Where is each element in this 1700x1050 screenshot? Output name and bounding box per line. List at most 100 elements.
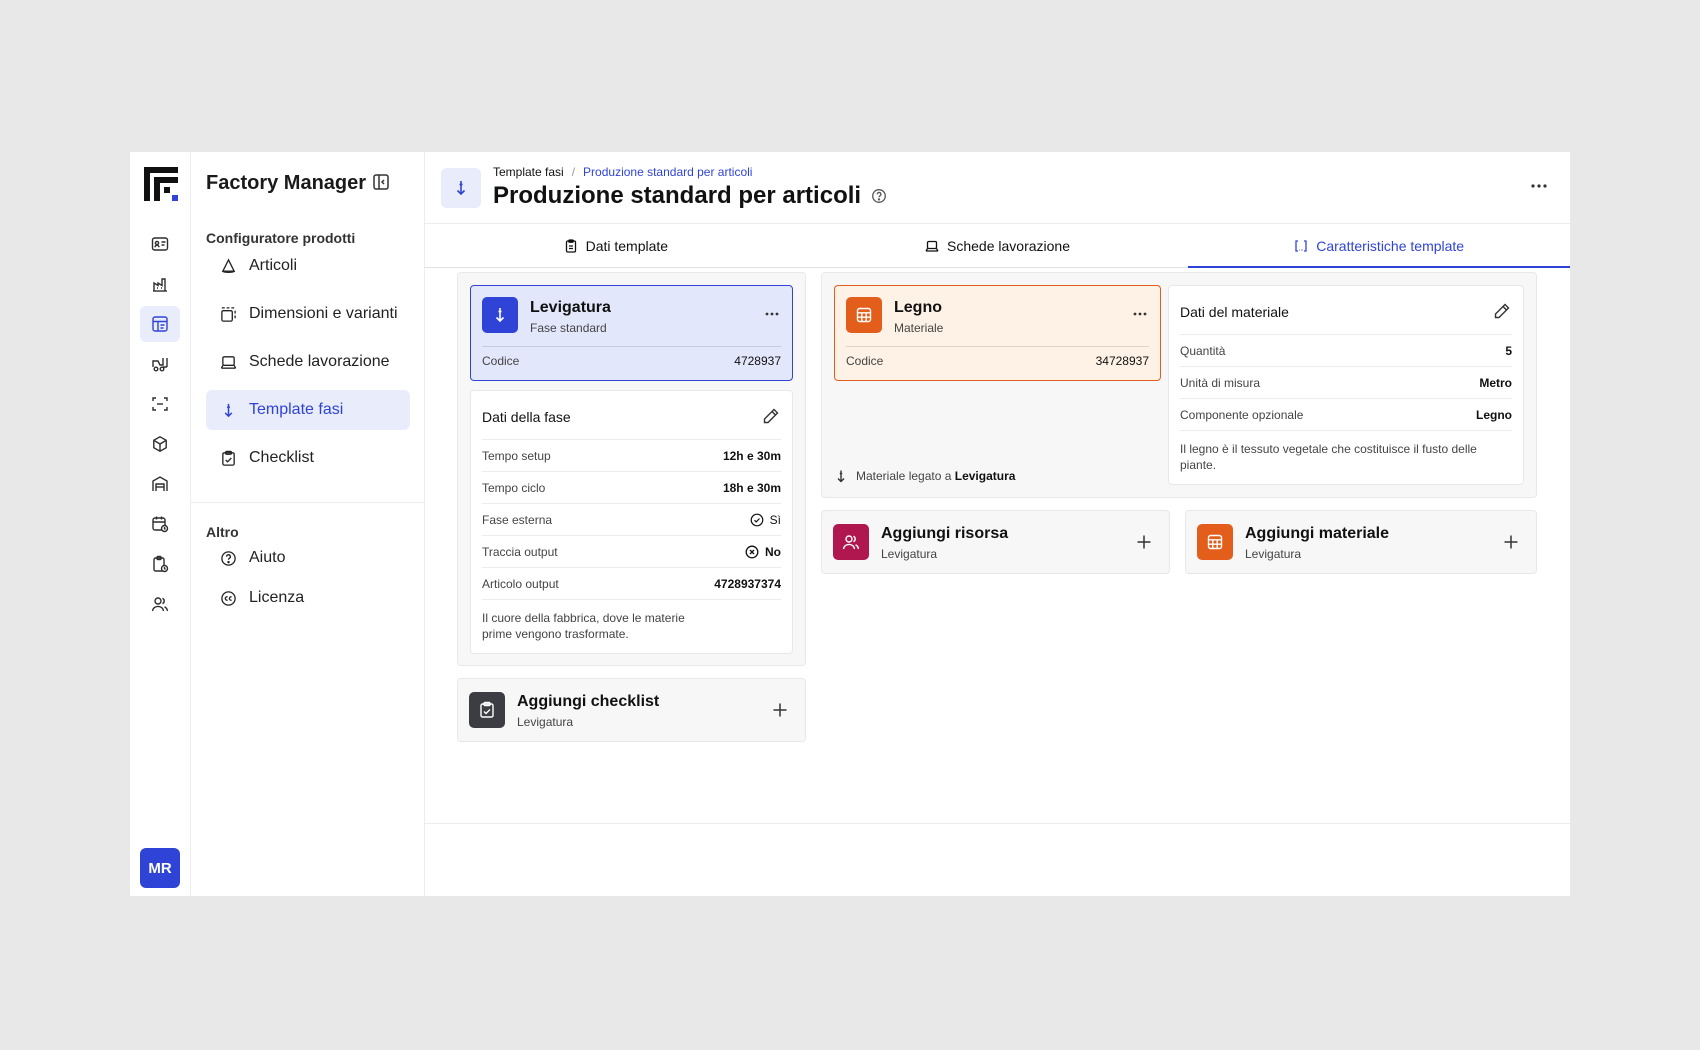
detail-label: Tempo setup: [482, 448, 551, 463]
id-card-icon[interactable]: [140, 226, 180, 262]
tab-label: Schede lavorazione: [947, 237, 1070, 254]
add-checklist-card[interactable]: Aggiungi checklist Levigatura: [457, 678, 806, 742]
detail-value-text: No: [765, 544, 781, 559]
material-subtitle: Materiale: [894, 321, 944, 335]
detail-value: 4728937374: [714, 576, 781, 591]
arrow-down-icon: [224, 403, 233, 417]
template-icon[interactable]: [140, 306, 180, 342]
nav-item-checklist[interactable]: Checklist: [206, 438, 410, 478]
divider: [482, 346, 781, 347]
detail-value: Legno: [1476, 407, 1512, 422]
detail-label: Quantità: [1180, 343, 1226, 358]
factory-icon[interactable]: [140, 266, 180, 302]
user-avatar[interactable]: MR: [140, 848, 180, 888]
phase-header-card[interactable]: Levigatura Fase standard Codice 4728937: [470, 285, 793, 381]
more-options-icon[interactable]: [1528, 178, 1550, 194]
nav-item-schede[interactable]: Schede lavorazione: [206, 342, 410, 382]
phase-description: Il cuore della fabbrica, dove le materie…: [482, 599, 781, 642]
add-material-card[interactable]: Aggiungi materiale Levigatura: [1185, 510, 1537, 574]
page-header: Template fasi / Produzione standard per …: [425, 152, 1570, 224]
card-title: Dati della fase: [482, 409, 571, 425]
material-description: Il legno è il tessuto vegetale che costi…: [1180, 430, 1512, 473]
linked-target[interactable]: Levigatura: [955, 469, 1016, 483]
edit-pencil-icon[interactable]: [762, 407, 780, 425]
users-icon[interactable]: [140, 586, 180, 622]
nav-item-label: Articoli: [249, 257, 298, 274]
material-panel: Legno Materiale Codice 34728937 Material…: [821, 272, 1537, 498]
add-material-title: Aggiungi materiale: [1245, 525, 1390, 542]
tab-dati-template[interactable]: Dati template: [425, 224, 807, 267]
phase-subtitle: Fase standard: [530, 321, 607, 335]
phase-details-card: Dati della fase Tempo setup 12h e 30m Te…: [470, 390, 793, 654]
scan-icon[interactable]: [140, 386, 180, 422]
help-circle-icon: [221, 550, 236, 566]
nav-item-template-fasi[interactable]: Template fasi: [206, 390, 410, 430]
detail-value: 5: [1505, 343, 1512, 358]
help-circle-icon[interactable]: [871, 188, 887, 204]
breadcrumb-current[interactable]: Produzione standard per articoli: [583, 165, 752, 179]
side-navigation: Factory Manager Configuratore prodotti A…: [191, 152, 425, 896]
laptop-icon: [925, 240, 939, 252]
box-icon[interactable]: [140, 426, 180, 462]
detail-label: Unità di misura: [1180, 375, 1261, 390]
detail-value: Sì: [750, 513, 781, 527]
arrow-down-icon: [837, 470, 845, 483]
detail-row: Quantità 5: [1180, 334, 1512, 366]
code-label: Codice: [846, 354, 884, 368]
bracket-icon: [1295, 239, 1307, 252]
calendar-icon[interactable]: [140, 506, 180, 542]
detail-row: Tempo setup 12h e 30m: [482, 439, 781, 471]
plus-icon[interactable]: [771, 701, 789, 719]
app-logo-icon[interactable]: [144, 167, 178, 201]
detail-value: Metro: [1479, 375, 1512, 390]
sidebar-collapse-icon[interactable]: [371, 172, 391, 192]
detail-row: Tempo ciclo 18h e 30m: [482, 471, 781, 503]
nav-item-articoli[interactable]: Articoli: [206, 246, 410, 286]
tab-caratteristiche-template[interactable]: Caratteristiche template: [1188, 224, 1570, 268]
tab-schede-lavorazione[interactable]: Schede lavorazione: [807, 224, 1189, 267]
section-label-configuratore: Configuratore prodotti: [206, 230, 356, 246]
linked-prefix: Materiale legato a: [856, 469, 952, 483]
cc-license-icon: [221, 590, 236, 606]
code-value: 4728937: [734, 354, 781, 368]
clipboard-icon: [565, 238, 576, 253]
edit-pencil-icon[interactable]: [1493, 302, 1511, 320]
detail-label: Tempo ciclo: [482, 480, 546, 495]
more-options-icon[interactable]: [764, 304, 780, 322]
users-icon: [833, 524, 869, 560]
plus-icon[interactable]: [1502, 533, 1520, 551]
detail-row: Articolo output 4728937374: [482, 567, 781, 599]
x-circle-icon: [745, 545, 759, 558]
tab-label: Dati template: [585, 237, 669, 254]
arrow-down-icon: [441, 168, 481, 208]
add-material-subtitle: Levigatura: [1245, 547, 1302, 561]
nav-item-label: Aiuto: [249, 549, 286, 566]
checklist-icon: [469, 692, 505, 728]
material-header-card[interactable]: Legno Materiale Codice 34728937: [834, 285, 1161, 381]
more-options-icon[interactable]: [1132, 304, 1148, 322]
plus-icon[interactable]: [1135, 533, 1153, 551]
detail-value: 18h e 30m: [722, 480, 781, 495]
material-grid-icon: [846, 297, 882, 333]
detail-label: Fase esterna: [482, 512, 553, 527]
nav-item-dimensioni[interactable]: Dimensioni e varianti: [206, 294, 410, 334]
breadcrumb-link[interactable]: Template fasi: [493, 165, 564, 179]
nav-item-label: Template fasi: [249, 401, 344, 418]
nav-item-aiuto[interactable]: Aiuto: [206, 538, 410, 578]
code-value: 34728937: [1095, 354, 1149, 368]
tab-label: Caratteristiche template: [1316, 237, 1465, 254]
page-title: Produzione standard per articoli: [493, 182, 887, 210]
clipboard-clock-icon[interactable]: [140, 546, 180, 582]
detail-row: Fase esterna Sì: [482, 503, 781, 535]
tab-bar: Dati template Schede lavorazione Caratte…: [425, 224, 1570, 268]
forklift-icon[interactable]: [140, 346, 180, 382]
detail-label: Articolo output: [482, 576, 559, 591]
add-resource-card[interactable]: Aggiungi risorsa Levigatura: [821, 510, 1170, 574]
icon-rail: MR: [130, 152, 191, 896]
nav-item-licenza[interactable]: Licenza: [206, 578, 410, 618]
card-title: Dati del materiale: [1180, 304, 1289, 320]
warehouse-icon[interactable]: [140, 466, 180, 502]
page-title-text: Produzione standard per articoli: [493, 182, 862, 209]
nav-item-label: Dimensioni e varianti: [249, 305, 398, 322]
material-title: Legno: [894, 299, 942, 316]
